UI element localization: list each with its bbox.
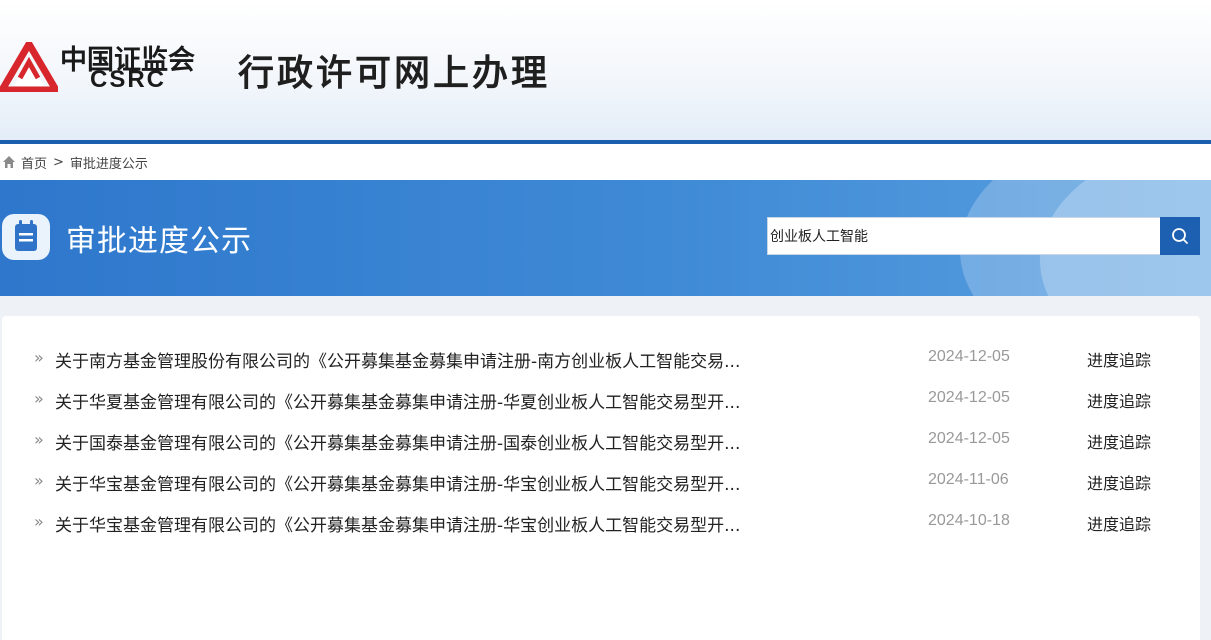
double-chevron-right-icon: » <box>34 389 44 408</box>
double-chevron-right-icon: » <box>34 512 44 531</box>
home-icon <box>3 156 15 168</box>
result-date: 2024-12-05 <box>928 348 1010 365</box>
csrc-emblem-icon <box>0 42 58 92</box>
double-chevron-right-icon: » <box>34 471 44 490</box>
page-title: 审批进度公示 <box>66 224 252 259</box>
site-header: 中国证监会 CSRC 行政许可网上办理 <box>0 0 1211 140</box>
progress-track-link[interactable]: 进度追踪 <box>1087 511 1151 535</box>
double-chevron-right-icon: » <box>34 430 44 449</box>
result-date: 2024-10-18 <box>928 512 1010 529</box>
search-icon <box>1172 228 1188 244</box>
result-title-link[interactable]: 关于国泰基金管理有限公司的《公开募集基金募集申请注册-国泰创业板人工智能交易型开… <box>55 429 785 454</box>
page-banner: 审批进度公示 <box>0 180 1211 296</box>
list-item: » 关于华夏基金管理有限公司的《公开募集基金募集申请注册-华夏创业板人工智能交易… <box>2 384 1200 414</box>
result-date: 2024-12-05 <box>928 430 1010 447</box>
search-input[interactable] <box>767 217 1161 255</box>
search-button[interactable] <box>1160 217 1200 255</box>
progress-track-link[interactable]: 进度追踪 <box>1087 470 1151 494</box>
result-title-link[interactable]: 关于南方基金管理股份有限公司的《公开募集基金募集申请注册-南方创业板人工智能交易… <box>55 347 785 372</box>
results-list: » 关于南方基金管理股份有限公司的《公开募集基金募集申请注册-南方创业板人工智能… <box>2 316 1200 640</box>
site-title: 行政许可网上办理 <box>238 53 551 94</box>
result-title-link[interactable]: 关于华宝基金管理有限公司的《公开募集基金募集申请注册-华宝创业板人工智能交易型开… <box>55 511 785 536</box>
result-title-link[interactable]: 关于华夏基金管理有限公司的《公开募集基金募集申请注册-华夏创业板人工智能交易型开… <box>55 388 785 413</box>
list-item: » 关于南方基金管理股份有限公司的《公开募集基金募集申请注册-南方创业板人工智能… <box>2 343 1200 373</box>
result-date: 2024-12-05 <box>928 389 1010 406</box>
logo-english-text: CSRC <box>90 66 167 93</box>
result-title-link[interactable]: 关于华宝基金管理有限公司的《公开募集基金募集申请注册-华宝创业板人工智能交易型开… <box>55 470 785 495</box>
breadcrumb: 首页 > 审批进度公示 <box>0 144 1211 180</box>
list-item: » 关于国泰基金管理有限公司的《公开募集基金募集申请注册-国泰创业板人工智能交易… <box>2 425 1200 455</box>
list-item: » 关于华宝基金管理有限公司的《公开募集基金募集申请注册-华宝创业板人工智能交易… <box>2 507 1200 537</box>
progress-track-link[interactable]: 进度追踪 <box>1087 429 1151 453</box>
clipboard-icon <box>2 214 50 260</box>
breadcrumb-current: 审批进度公示 <box>69 156 148 172</box>
list-item: » 关于华宝基金管理有限公司的《公开募集基金募集申请注册-华宝创业板人工智能交易… <box>2 466 1200 496</box>
double-chevron-right-icon: » <box>34 348 44 367</box>
result-date: 2024-11-06 <box>928 471 1009 488</box>
breadcrumb-home-link[interactable]: 首页 <box>21 153 47 172</box>
progress-track-link[interactable]: 进度追踪 <box>1087 347 1151 371</box>
breadcrumb-separator: > <box>53 154 64 170</box>
progress-track-link[interactable]: 进度追踪 <box>1087 388 1151 412</box>
csrc-logo[interactable]: 中国证监会 CSRC <box>0 38 200 98</box>
